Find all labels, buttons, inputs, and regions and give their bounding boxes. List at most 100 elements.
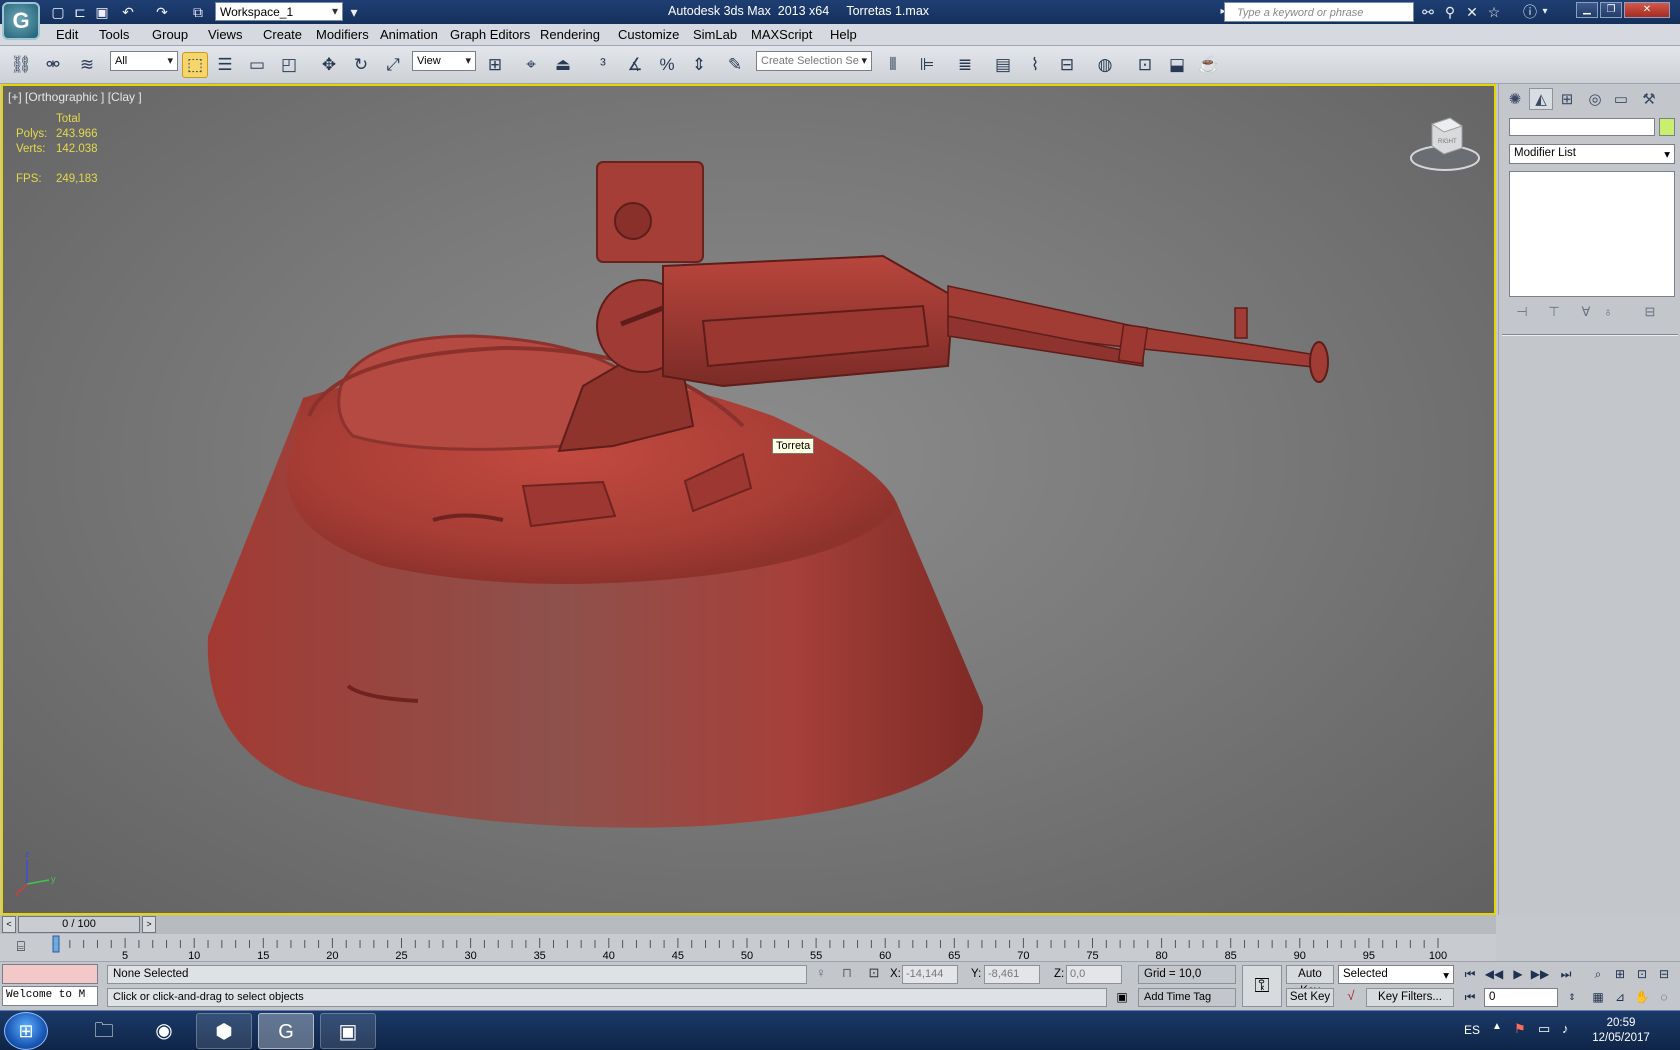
menu-edit[interactable]: Edit: [56, 27, 78, 42]
zoom-all-icon[interactable]: ⊞: [1610, 965, 1630, 984]
key-filters-button[interactable]: Key Filters...: [1366, 988, 1454, 1007]
restore-button[interactable]: ❐: [1600, 2, 1622, 18]
auto-key-button[interactable]: Auto Key: [1286, 965, 1334, 997]
set-key-button[interactable]: Set Key: [1286, 988, 1334, 1007]
tab-hierarchy-icon[interactable]: ⊞: [1555, 88, 1579, 110]
go-to-start-icon[interactable]: ⏮: [1460, 965, 1480, 984]
system-clock[interactable]: 20:59 12/05/2017: [1590, 1016, 1652, 1046]
pan-view-icon[interactable]: ✋: [1632, 988, 1652, 1007]
menu-views[interactable]: Views: [208, 27, 242, 42]
edit-named-selection-icon[interactable]: ✎: [722, 52, 748, 78]
workspace-dropdown[interactable]: Workspace_1: [215, 2, 343, 21]
input-language[interactable]: ES: [1464, 1023, 1480, 1037]
select-and-rotate-icon[interactable]: ↻: [348, 52, 374, 78]
taskbar-design-app-icon[interactable]: ⬢: [196, 1013, 252, 1049]
object-name-input[interactable]: [1509, 118, 1655, 136]
show-hidden-icons-icon[interactable]: ▲: [1492, 1021, 1502, 1032]
menu-simlab[interactable]: SimLab: [693, 27, 737, 42]
maxscript-listener-mini[interactable]: [2, 964, 98, 984]
volume-icon[interactable]: ♪: [1562, 1021, 1569, 1036]
make-unique-icon[interactable]: ∀: [1575, 302, 1597, 322]
time-slider-next-button[interactable]: >: [142, 916, 156, 933]
menu-customize[interactable]: Customize: [618, 27, 679, 42]
modifier-list-dropdown[interactable]: Modifier List: [1509, 144, 1675, 164]
key-mode-toggle-icon[interactable]: ⏮: [1460, 988, 1480, 1007]
current-time-marker[interactable]: [52, 935, 60, 953]
percent-snap-icon[interactable]: %: [654, 52, 680, 78]
material-editor-icon[interactable]: ◍: [1092, 52, 1118, 78]
help-icon[interactable]: ⓘ: [1520, 3, 1540, 21]
tools-icon[interactable]: ✕: [1462, 3, 1482, 21]
default-tangents-icon[interactable]: √: [1340, 988, 1362, 1007]
select-and-scale-icon[interactable]: ⤢: [380, 52, 406, 78]
menu-animation[interactable]: Animation: [380, 27, 438, 42]
field-of-view-icon[interactable]: ⊿: [1610, 988, 1630, 1007]
time-slider-prev-button[interactable]: <: [2, 916, 16, 933]
render-setup-icon[interactable]: ⊡: [1132, 52, 1158, 78]
open-mini-curve-editor-icon[interactable]: ⌸: [8, 938, 34, 956]
perspective-viewport[interactable]: [+] [Orthographic ] [Clay ] Total Polys:…: [1, 84, 1496, 915]
reference-coordinate-dropdown[interactable]: View: [412, 51, 476, 71]
taskbar-image-viewer-icon[interactable]: ▣: [320, 1013, 376, 1049]
select-and-link-icon[interactable]: ⛓: [8, 52, 34, 78]
close-button[interactable]: ✕: [1624, 2, 1670, 18]
mirror-icon[interactable]: ⫴: [880, 52, 906, 78]
binoculars-icon[interactable]: ⚯: [1418, 3, 1438, 21]
menu-graph-editors[interactable]: Graph Editors: [450, 27, 530, 42]
schematic-view-icon[interactable]: ⊟: [1054, 52, 1080, 78]
graphite-modeling-tools-icon[interactable]: ▤: [990, 52, 1016, 78]
tab-utilities-icon[interactable]: ⚒: [1637, 88, 1661, 110]
zoom-extents-icon[interactable]: ⊡: [1632, 965, 1652, 984]
x-coord-field[interactable]: -14,144: [902, 965, 958, 984]
save-icon[interactable]: ▣: [92, 3, 112, 21]
configure-modifier-sets-icon[interactable]: ⊟: [1639, 302, 1661, 322]
modifier-stack-list[interactable]: [1509, 171, 1675, 297]
action-center-flag-icon[interactable]: ⚑: [1514, 1021, 1526, 1037]
menu-help[interactable]: Help: [830, 27, 857, 42]
tab-motion-icon[interactable]: ◎: [1583, 88, 1607, 110]
curve-editor-icon[interactable]: ⌇: [1022, 52, 1048, 78]
redo-icon[interactable]: ↷: [152, 3, 172, 21]
favorites-star-icon[interactable]: ☆: [1484, 3, 1504, 21]
pin-stack-icon[interactable]: ⊣: [1511, 302, 1533, 322]
go-to-end-icon[interactable]: ⏭: [1556, 965, 1576, 984]
maxscript-welcome-field[interactable]: Welcome to M: [2, 986, 98, 1006]
time-slider[interactable]: 0 / 100: [18, 916, 140, 933]
zoom-extents-all-icon[interactable]: ⊟: [1654, 965, 1674, 984]
viewcube-icon[interactable]: RIGHT: [1408, 112, 1482, 174]
zoom-icon[interactable]: ⌕: [1588, 965, 1608, 984]
object-color-swatch[interactable]: [1659, 118, 1675, 136]
menu-rendering[interactable]: Rendering: [540, 27, 600, 42]
bind-to-space-warp-icon[interactable]: ≋: [74, 52, 100, 78]
turret-model[interactable]: [3, 86, 1496, 915]
show-end-result-icon[interactable]: ⊤: [1543, 302, 1565, 322]
keyboard-shortcut-override-icon[interactable]: ⏏: [550, 52, 576, 78]
selection-filter-dropdown[interactable]: All: [110, 51, 178, 71]
key-mode-dropdown[interactable]: Selected: [1338, 965, 1454, 984]
application-button-logo[interactable]: G: [2, 2, 40, 40]
select-by-name-icon[interactable]: ☰: [212, 52, 238, 78]
taskbar-firefox-icon[interactable]: ◉: [136, 1013, 192, 1049]
tab-create-icon[interactable]: ✺: [1503, 88, 1527, 110]
z-coord-field[interactable]: 0,0: [1066, 965, 1122, 984]
select-and-manipulate-icon[interactable]: ⌖: [518, 52, 544, 78]
select-object-icon[interactable]: ⬚: [182, 52, 208, 78]
angle-snap-icon[interactable]: ∡: [622, 52, 648, 78]
render-production-icon[interactable]: ☕: [1196, 52, 1222, 78]
help-dropdown-icon[interactable]: ▾: [1540, 3, 1550, 21]
layer-manager-icon[interactable]: ≣: [952, 52, 978, 78]
window-crossing-icon[interactable]: ◰: [276, 52, 302, 78]
taskbar-explorer-icon[interactable]: 🗀: [76, 1013, 132, 1049]
selection-lock-icon[interactable]: ⊓: [838, 965, 856, 984]
rendered-frame-window-icon[interactable]: ⬓: [1164, 52, 1190, 78]
project-folder-icon[interactable]: ⧉: [188, 3, 208, 21]
isolate-selection-icon[interactable]: ♀: [812, 965, 830, 984]
y-coord-field[interactable]: -8,461: [984, 965, 1040, 984]
minimize-button[interactable]: ▁: [1576, 2, 1598, 18]
tab-modify-icon[interactable]: ◭: [1529, 88, 1553, 110]
frame-spinner-icon[interactable]: ⇕: [1562, 988, 1582, 1007]
network-icon[interactable]: ▭: [1538, 1021, 1550, 1037]
new-file-icon[interactable]: ▢: [48, 3, 68, 21]
menu-maxscript[interactable]: MAXScript: [751, 27, 812, 42]
time-configuration-icon[interactable]: ▦: [1588, 988, 1608, 1007]
